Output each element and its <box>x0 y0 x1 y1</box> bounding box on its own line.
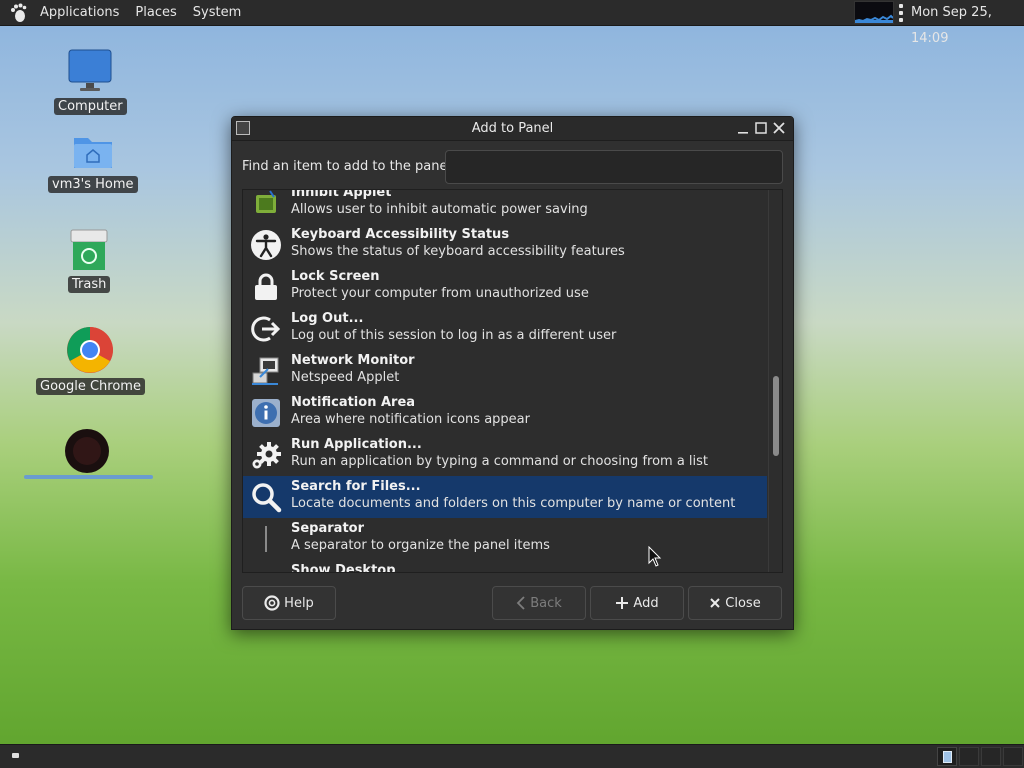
show-desktop-button[interactable] <box>12 753 19 758</box>
minimize-icon[interactable] <box>735 120 751 136</box>
item-desc: A separator to organize the panel items <box>291 538 550 553</box>
list-item[interactable]: Keyboard Accessibility Status Shows the … <box>243 224 767 266</box>
item-desc: Protect your computer from unauthorized … <box>291 286 589 301</box>
item-name: Log Out... <box>291 311 364 326</box>
item-name: Separator <box>291 521 364 536</box>
item-name: Run Application... <box>291 437 422 452</box>
item-name: Notification Area <box>291 395 416 410</box>
desktop-selection-bar <box>24 475 153 479</box>
item-name: Search for Files... <box>291 479 421 494</box>
network-graph-applet[interactable] <box>854 1 894 24</box>
list-item[interactable]: Log Out... Log out of this session to lo… <box>243 308 767 350</box>
help-button[interactable]: Help <box>242 586 336 620</box>
applications-menu[interactable]: Applications <box>32 0 127 26</box>
computer-icon <box>68 49 112 91</box>
workspace-1[interactable] <box>937 747 957 766</box>
close-label: Close <box>725 595 761 611</box>
places-menu[interactable]: Places <box>127 0 184 26</box>
dialog-titlebar[interactable]: Add to Panel <box>232 117 793 141</box>
desktop-label: vm3's Home <box>48 176 138 193</box>
lock-icon <box>249 270 283 304</box>
gear-icon <box>249 438 283 472</box>
logout-icon <box>249 312 283 346</box>
add-to-panel-dialog: Add to Panel Find an item to add to the … <box>231 116 794 630</box>
workspace-2[interactable] <box>959 747 979 766</box>
find-label: Find an item to add to the panel: <box>242 159 456 174</box>
close-button[interactable]: Close <box>688 586 782 620</box>
back-button[interactable]: Back <box>492 586 586 620</box>
add-button[interactable]: Add <box>590 586 684 620</box>
item-desc: Shows the status of keyboard accessibili… <box>291 244 625 259</box>
list-item[interactable]: Notification Area Area where notificatio… <box>243 392 767 434</box>
desktop-label: Trash <box>68 276 111 293</box>
network-monitor-icon <box>249 354 283 388</box>
chevron-left-icon <box>516 596 525 610</box>
separator-icon <box>249 522 283 556</box>
help-label: Help <box>284 595 314 611</box>
close-x-icon <box>710 598 720 608</box>
desktop-label: Google Chrome <box>36 378 145 395</box>
maximize-icon[interactable] <box>753 120 769 136</box>
item-name: Lock Screen <box>291 269 380 284</box>
list-item[interactable]: Inhibit Applet Allows user to inhibit au… <box>243 189 767 224</box>
item-desc: Allows user to inhibit automatic power s… <box>291 202 588 217</box>
desktop-icon-chrome[interactable]: Google Chrome <box>36 326 145 395</box>
scroll-thumb[interactable] <box>773 376 779 456</box>
item-desc: Area where notification icons appear <box>291 412 530 427</box>
info-icon <box>249 396 283 430</box>
desktop-label: Computer <box>54 98 127 115</box>
mouse-pointer-icon <box>648 546 662 567</box>
item-name: Network Monitor <box>291 353 415 368</box>
panel-kebab-icon[interactable] <box>898 4 904 22</box>
item-desc: Netspeed Applet <box>291 370 400 385</box>
dark-orb-icon <box>65 429 109 473</box>
panel-items-list[interactable]: Inhibit Applet Allows user to inhibit au… <box>242 189 783 573</box>
gnome-foot-icon[interactable] <box>6 0 32 26</box>
desktop-icon-computer[interactable]: Computer <box>54 48 127 115</box>
back-label: Back <box>530 595 562 611</box>
help-icon <box>264 595 280 611</box>
workspace-4[interactable] <box>1003 747 1023 766</box>
item-name: Inhibit Applet <box>291 189 392 200</box>
add-label: Add <box>633 595 659 611</box>
home-folder-icon <box>73 138 112 168</box>
accessibility-icon <box>249 228 283 262</box>
item-desc: Run an application by typing a command o… <box>291 454 709 469</box>
inhibit-icon <box>249 190 283 220</box>
list-item[interactable]: Separator A separator to organize the pa… <box>243 518 767 560</box>
list-item[interactable]: Network Monitor Netspeed Applet <box>243 350 767 392</box>
trash-icon <box>70 229 108 270</box>
plus-icon <box>616 597 629 609</box>
find-input[interactable] <box>445 150 783 184</box>
clock[interactable]: Mon Sep 25, 14:09 <box>911 0 1024 46</box>
list-item[interactable]: Lock Screen Protect your computer from u… <box>243 266 767 308</box>
desktop-icon-home[interactable]: vm3's Home <box>48 130 138 193</box>
desktop-icon-orb[interactable] <box>64 428 110 474</box>
close-icon[interactable] <box>771 120 787 136</box>
list-scrollbar[interactable] <box>768 190 782 572</box>
item-name: Keyboard Accessibility Status <box>291 227 510 242</box>
workspace-window-thumb <box>943 751 952 763</box>
list-item[interactable]: Run Application... Run an application by… <box>243 434 767 476</box>
system-menu[interactable]: System <box>185 0 249 26</box>
item-desc: Locate documents and folders on this com… <box>291 496 736 511</box>
show-desktop-icon <box>249 564 283 572</box>
workspace-3[interactable] <box>981 747 1001 766</box>
bottom-panel <box>0 744 1024 768</box>
list-item[interactable]: Show Desktop <box>243 560 767 573</box>
dialog-title: Add to Panel <box>471 121 554 136</box>
item-name: Show Desktop <box>291 563 396 573</box>
search-icon <box>249 480 283 514</box>
desktop-icon-trash[interactable]: Trash <box>68 228 111 293</box>
list-item-selected[interactable]: Search for Files... Locate documents and… <box>243 476 767 518</box>
chrome-icon <box>67 327 114 373</box>
item-desc: Log out of this session to log in as a d… <box>291 328 617 343</box>
